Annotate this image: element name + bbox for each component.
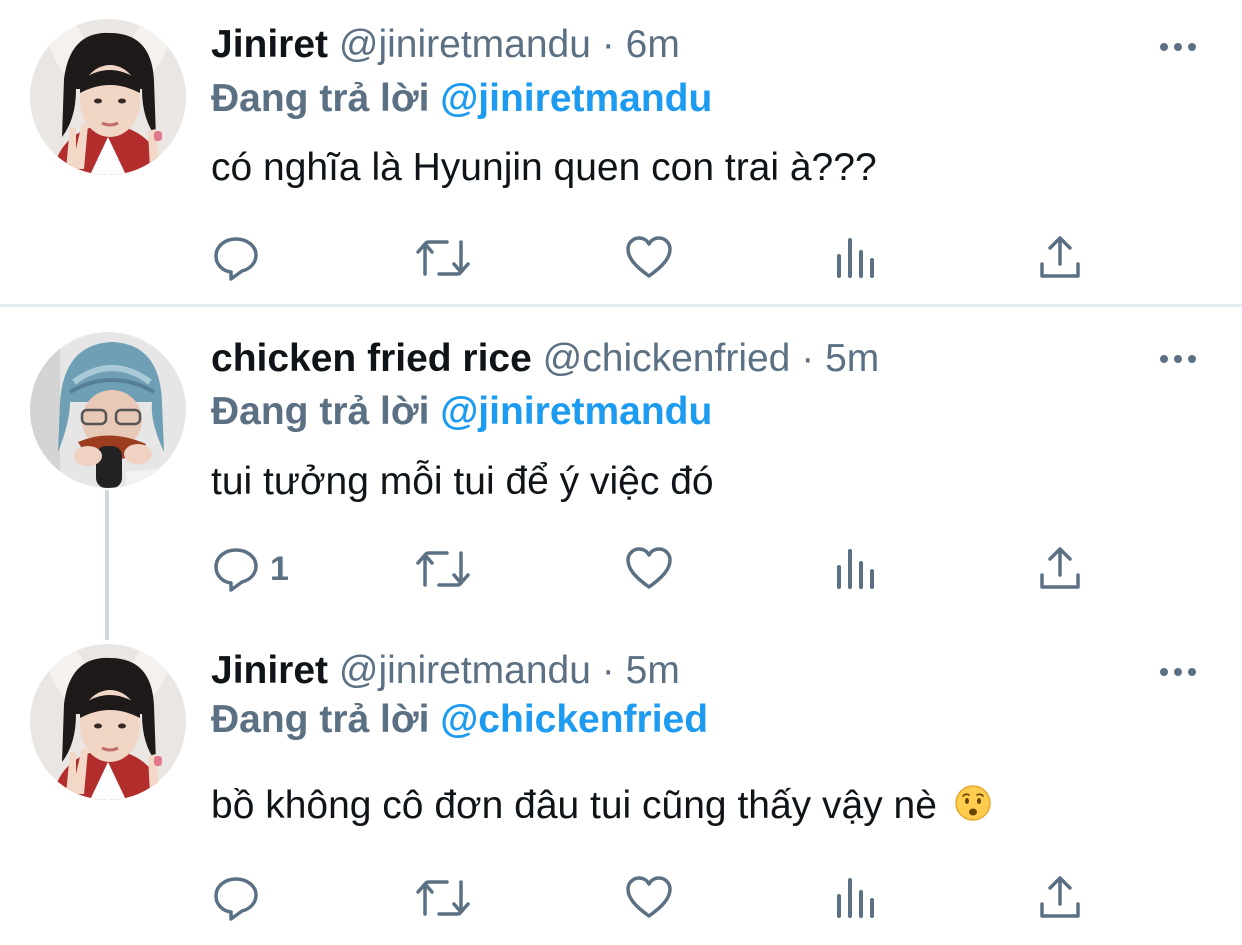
analytics-icon — [837, 549, 874, 589]
reply-button[interactable] — [212, 233, 270, 283]
tweet-text: có nghĩa là Hyunjin quen con trai à??? — [211, 146, 877, 189]
separator-dot: · — [601, 23, 615, 66]
avatar[interactable] — [30, 332, 186, 488]
tweet[interactable]: Jiniret @jiniretmandu · 5m Đang trả lời … — [0, 620, 1242, 945]
mention-link[interactable]: @jiniretmandu — [440, 77, 712, 120]
tweet[interactable]: Jiniret @jiniretmandu · 6m Đang trả lời … — [0, 0, 1242, 305]
reply-count: 1 — [270, 549, 289, 588]
like-button[interactable] — [625, 873, 673, 923]
retweet-button[interactable] — [415, 873, 471, 923]
reply-button[interactable] — [212, 873, 270, 923]
tweet-header: Jiniret @jiniretmandu · 5m — [211, 646, 680, 696]
analytics-icon — [837, 238, 874, 278]
timestamp[interactable]: 5m — [626, 649, 680, 692]
timestamp[interactable]: 5m — [825, 337, 879, 380]
heart-icon — [626, 547, 672, 589]
reply-icon — [214, 237, 258, 281]
avatar[interactable] — [30, 644, 186, 800]
user-handle[interactable]: @chickenfried — [543, 337, 791, 380]
retweet-button[interactable] — [415, 233, 471, 283]
retweet-icon — [416, 240, 470, 276]
like-button[interactable] — [625, 233, 673, 283]
tweet-actions — [0, 233, 1242, 283]
timestamp[interactable]: 6m — [626, 23, 680, 66]
thread-connector-line — [105, 490, 109, 640]
analytics-button[interactable] — [832, 233, 880, 283]
tweet-text-container: bồ không cô đơn đâu tui cũng thấy vậy nè — [211, 781, 992, 831]
user-handle[interactable]: @jiniretmandu — [339, 23, 591, 66]
tweet-header: chicken fried rice @chickenfried · 5m — [211, 334, 879, 384]
retweet-button[interactable] — [415, 544, 471, 594]
mention-link[interactable]: @jiniretmandu — [440, 390, 712, 433]
tweet-header: Jiniret @jiniretmandu · 6m — [211, 20, 680, 70]
retweet-icon — [416, 880, 470, 916]
tweet-text: tui tưởng mỗi tui để ý việc đó — [211, 460, 714, 503]
share-icon — [1040, 547, 1080, 589]
share-icon — [1040, 876, 1080, 918]
retweet-icon — [416, 551, 470, 587]
replying-label: Đang trả lời — [211, 77, 430, 120]
replying-to: Đang trả lời @chickenfried — [211, 695, 708, 745]
replying-label: Đang trả lời — [211, 390, 430, 433]
user-handle[interactable]: @jiniretmandu — [339, 649, 591, 692]
share-button[interactable] — [1036, 544, 1084, 594]
more-options-icon[interactable] — [1158, 37, 1198, 57]
reply-icon — [214, 877, 258, 921]
display-name[interactable]: Jiniret — [211, 23, 328, 66]
hushed-face-emoji — [955, 785, 991, 821]
separator-dot: · — [601, 649, 615, 692]
separator-dot: · — [801, 337, 815, 380]
analytics-button[interactable] — [832, 873, 880, 923]
heart-icon — [626, 236, 672, 278]
like-button[interactable] — [625, 544, 673, 594]
tweet-actions — [0, 873, 1242, 923]
share-icon — [1040, 236, 1080, 278]
display-name[interactable]: Jiniret — [211, 649, 328, 692]
tweet[interactable]: chicken fried rice @chickenfried · 5m Đa… — [0, 307, 1242, 620]
more-options-icon[interactable] — [1158, 349, 1198, 369]
heart-icon — [626, 876, 672, 918]
mention-link[interactable]: @chickenfried — [440, 698, 708, 741]
replying-label: Đang trả lời — [211, 698, 430, 741]
reply-icon — [214, 548, 258, 592]
analytics-icon — [837, 878, 874, 918]
tweet-text: bồ không cô đơn đâu tui cũng thấy vậy nè — [211, 784, 937, 827]
analytics-button[interactable] — [832, 544, 880, 594]
reply-button[interactable]: 1 — [212, 544, 289, 594]
display-name[interactable]: chicken fried rice — [211, 337, 532, 380]
replying-to: Đang trả lời @jiniretmandu — [211, 74, 712, 124]
avatar[interactable] — [30, 19, 186, 175]
share-button[interactable] — [1036, 873, 1084, 923]
more-options-icon[interactable] — [1158, 662, 1198, 682]
tweet-actions: 1 — [0, 544, 1242, 594]
share-button[interactable] — [1036, 233, 1084, 283]
replying-to: Đang trả lời @jiniretmandu — [211, 387, 712, 437]
